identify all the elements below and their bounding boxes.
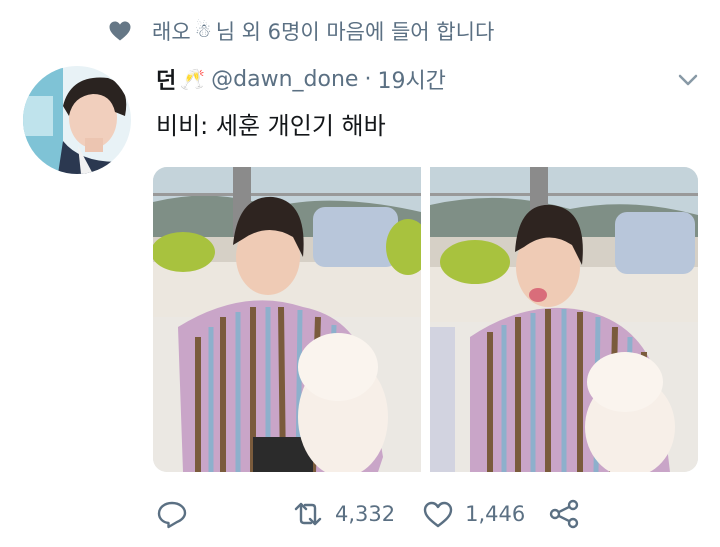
avatar[interactable] bbox=[23, 66, 131, 174]
display-name[interactable]: 던 bbox=[156, 63, 176, 95]
tweet-timestamp[interactable]: 19시간 bbox=[377, 63, 445, 95]
photo-1[interactable] bbox=[153, 167, 421, 472]
like-icon bbox=[423, 501, 453, 528]
social-context[interactable]: 래오 ☃ 님 외 6명이 마음에 들어 합니다 bbox=[108, 14, 494, 48]
share-button[interactable] bbox=[547, 499, 581, 529]
reply-button[interactable] bbox=[155, 499, 189, 529]
photo-2[interactable] bbox=[430, 167, 698, 472]
retweet-count: 4,332 bbox=[335, 502, 396, 526]
reply-icon bbox=[157, 501, 187, 529]
separator-dot: · bbox=[364, 66, 372, 92]
snowman-emoji: ☃ bbox=[194, 20, 212, 42]
share-icon bbox=[550, 499, 579, 529]
liker-name[interactable]: 래오 bbox=[152, 16, 191, 46]
heart-icon bbox=[109, 21, 131, 41]
tweet-header: 던 🥂 @dawn_done · 19시간 bbox=[156, 62, 446, 96]
likes-context-text: 님 외 6명이 마음에 들어 합니다 bbox=[215, 20, 495, 44]
retweet-icon bbox=[294, 502, 322, 526]
like-button[interactable]: 1,446 bbox=[421, 499, 525, 529]
tweet-text: 비비: 세훈 개인기 해바 bbox=[156, 112, 386, 140]
media-grid bbox=[153, 167, 698, 472]
cheers-emoji: 🥂 bbox=[180, 67, 206, 91]
user-handle[interactable]: @dawn_done bbox=[211, 67, 358, 92]
chevron-down-icon[interactable] bbox=[677, 72, 699, 88]
retweet-button[interactable]: 4,332 bbox=[291, 499, 395, 529]
tweet-actions: 4,332 1,446 bbox=[155, 495, 581, 533]
like-count: 1,446 bbox=[465, 502, 526, 526]
